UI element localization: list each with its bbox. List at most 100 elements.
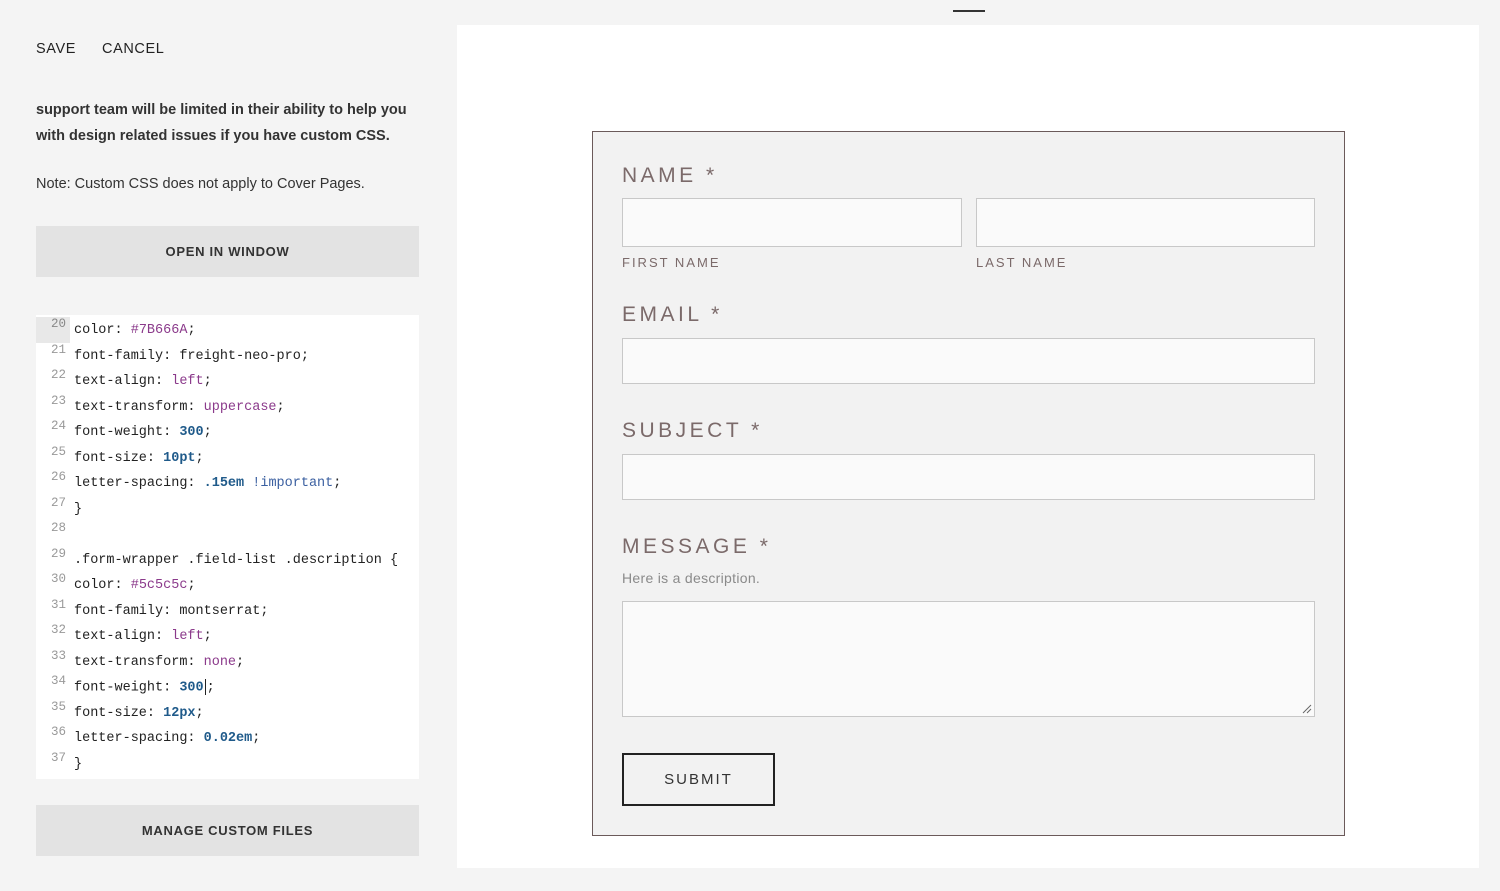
save-button[interactable]: SAVE: [36, 41, 76, 57]
email-input[interactable]: [622, 338, 1315, 384]
code-line[interactable]: 29 .form-wrapper .field-list .description…: [36, 546, 419, 574]
code-text: .form-wrapper .field-list .description {: [70, 553, 398, 568]
name-label: NAME *: [622, 164, 718, 187]
code-text: font-weight: 300;: [70, 679, 215, 696]
code-line[interactable]: 24 font-weight: 300;: [36, 419, 419, 446]
code-token: 300: [179, 425, 204, 441]
code-token: ;: [203, 374, 212, 390]
line-number: 31: [50, 597, 66, 612]
code-token: ;: [195, 450, 204, 466]
email-label: EMAIL *: [622, 303, 723, 326]
code-text: text-transform: uppercase;: [70, 400, 285, 415]
code-line[interactable]: 20 color: #7B666A;: [36, 317, 419, 344]
code-line[interactable]: 23 text-transform: uppercase;: [36, 393, 419, 421]
message-description: Here is a description.: [622, 570, 761, 586]
code-token: ;: [203, 425, 212, 441]
code-token: .form-wrapper .field-list .description {: [74, 552, 399, 568]
line-number: 27: [50, 495, 66, 510]
code-line[interactable]: 25 font-size: 10pt;: [36, 444, 419, 472]
line-number: 32: [50, 623, 66, 637]
open-in-window-button[interactable]: OPEN IN WINDOW: [36, 226, 419, 277]
code-line[interactable]: 35 font-size: 12px;: [36, 699, 419, 727]
code-token: ;: [187, 323, 196, 339]
line-number: 29: [50, 546, 66, 561]
subject-label: SUBJECT *: [622, 419, 763, 442]
line-number: 21: [50, 342, 66, 357]
code-line[interactable]: 30 color: #5c5c5c;: [36, 572, 419, 599]
first-name-sublabel: FIRST NAME: [622, 255, 721, 270]
code-token: 0.02em: [203, 731, 253, 747]
code-token: }: [74, 501, 83, 517]
resize-grip-icon[interactable]: [1302, 704, 1312, 714]
code-editor[interactable]: 20 color: #7B666A; 21 font-family: freight-…: [36, 315, 419, 779]
code-token: ;: [195, 705, 204, 721]
code-token: color:: [74, 323, 131, 339]
message-textarea[interactable]: [622, 601, 1315, 717]
code-token: none: [203, 654, 237, 670]
message-label: MESSAGE *: [622, 535, 772, 558]
line-number: 25: [50, 444, 66, 459]
code-token: ;: [252, 731, 261, 747]
site-preview: NAME * FIRST NAME LAST NAME EMAIL * SUBJ…: [457, 25, 1479, 868]
code-line[interactable]: 26 letter-spacing: .15em !important;: [36, 470, 419, 497]
submit-button[interactable]: SUBMIT: [622, 753, 775, 806]
code-text: text-align: left;: [70, 629, 212, 644]
code-line[interactable]: 37}: [36, 750, 419, 778]
contact-form: NAME * FIRST NAME LAST NAME EMAIL * SUBJ…: [592, 131, 1345, 836]
code-token: !important: [252, 476, 334, 492]
code-text: }: [70, 502, 82, 517]
code-line[interactable]: 33 text-transform: none;: [36, 648, 419, 676]
code-token: 300: [179, 681, 204, 697]
code-line[interactable]: 27}: [36, 495, 419, 523]
code-token: font-weight:: [74, 681, 180, 697]
code-line[interactable]: 34 font-weight: 300;: [36, 674, 419, 701]
line-number: 26: [50, 470, 66, 484]
subject-input[interactable]: [622, 454, 1315, 500]
line-number: 22: [50, 368, 66, 382]
last-name-sublabel: LAST NAME: [976, 255, 1068, 270]
line-number: 34: [50, 674, 66, 688]
code-token: font-family: freight-neo-pro;: [74, 348, 309, 364]
manage-custom-files-button[interactable]: MANAGE CUSTOM FILES: [36, 805, 419, 856]
line-number: 28: [50, 521, 66, 535]
code-token: .15em: [203, 476, 245, 492]
code-text: font-family: montserrat;: [70, 604, 268, 619]
line-number: 30: [50, 572, 66, 586]
code-token: font-size:: [74, 450, 164, 466]
text-cursor: [204, 679, 206, 696]
code-token: ;: [206, 681, 215, 697]
code-token: font-size:: [74, 705, 164, 721]
code-token: text-align:: [74, 629, 172, 645]
last-name-input[interactable]: [976, 198, 1315, 247]
code-token: uppercase: [203, 399, 277, 415]
cancel-button[interactable]: CANCEL: [102, 41, 164, 57]
code-line[interactable]: 32 text-align: left;: [36, 623, 419, 650]
code-line[interactable]: 36 letter-spacing: 0.02em;: [36, 725, 419, 752]
line-number: 36: [50, 725, 66, 739]
code-text: color: #5c5c5c;: [70, 578, 196, 593]
line-number: 23: [50, 393, 66, 408]
code-token: color:: [74, 578, 131, 594]
code-token: #7B666A: [130, 323, 188, 339]
code-token: ;: [187, 578, 196, 594]
code-token: 10pt: [163, 450, 196, 466]
drag-handle[interactable]: [953, 10, 985, 12]
code-token: font-weight:: [74, 425, 180, 441]
first-name-input[interactable]: [622, 198, 962, 247]
code-line[interactable]: 31 font-family: montserrat;: [36, 597, 419, 625]
code-line[interactable]: 21 font-family: freight-neo-pro;: [36, 342, 419, 370]
code-token: text-transform:: [74, 654, 204, 670]
line-number: 20: [36, 317, 70, 343]
code-token: letter-spacing:: [74, 731, 204, 747]
code-token: text-transform:: [74, 399, 204, 415]
line-number: 37: [50, 750, 66, 765]
line-number: 33: [50, 648, 66, 663]
code-token: 12px: [163, 705, 196, 721]
code-text: font-size: 12px;: [70, 706, 204, 721]
code-line[interactable]: 22 text-align: left;: [36, 368, 419, 395]
line-number: 35: [50, 699, 66, 714]
code-token: #5c5c5c: [130, 578, 188, 594]
code-token: left: [171, 629, 204, 645]
code-token: ;: [236, 654, 245, 670]
code-line[interactable]: 28: [36, 521, 419, 548]
